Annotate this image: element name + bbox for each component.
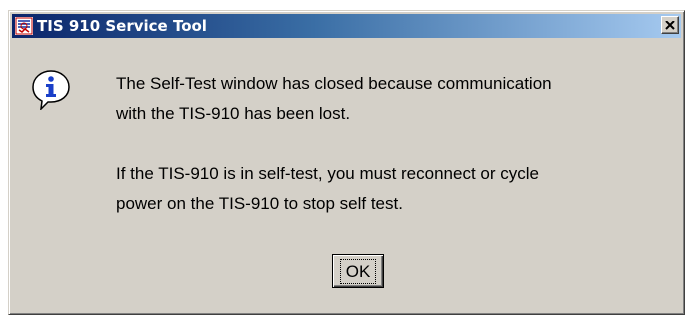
- dialog-window: TIS 910 Service Tool The Self-Test windo…: [8, 10, 685, 315]
- info-icon: [32, 70, 70, 112]
- close-button[interactable]: [661, 16, 679, 34]
- ok-button-label: OK: [339, 258, 377, 284]
- message-line: If the TIS-910 is in self-test, you must…: [116, 164, 539, 183]
- dialog-message: The Self-Test window has closed because …: [116, 69, 681, 219]
- window-title: TIS 910 Service Tool: [37, 17, 207, 35]
- title-bar[interactable]: TIS 910 Service Tool: [12, 14, 681, 38]
- ok-button[interactable]: OK: [332, 254, 384, 288]
- message-line: The Self-Test window has closed because …: [116, 74, 552, 93]
- message-line: with the TIS-910 has been lost.: [116, 104, 351, 123]
- close-icon: [665, 20, 675, 30]
- app-icon: [15, 17, 33, 35]
- message-line: power on the TIS-910 to stop self test.: [116, 194, 403, 213]
